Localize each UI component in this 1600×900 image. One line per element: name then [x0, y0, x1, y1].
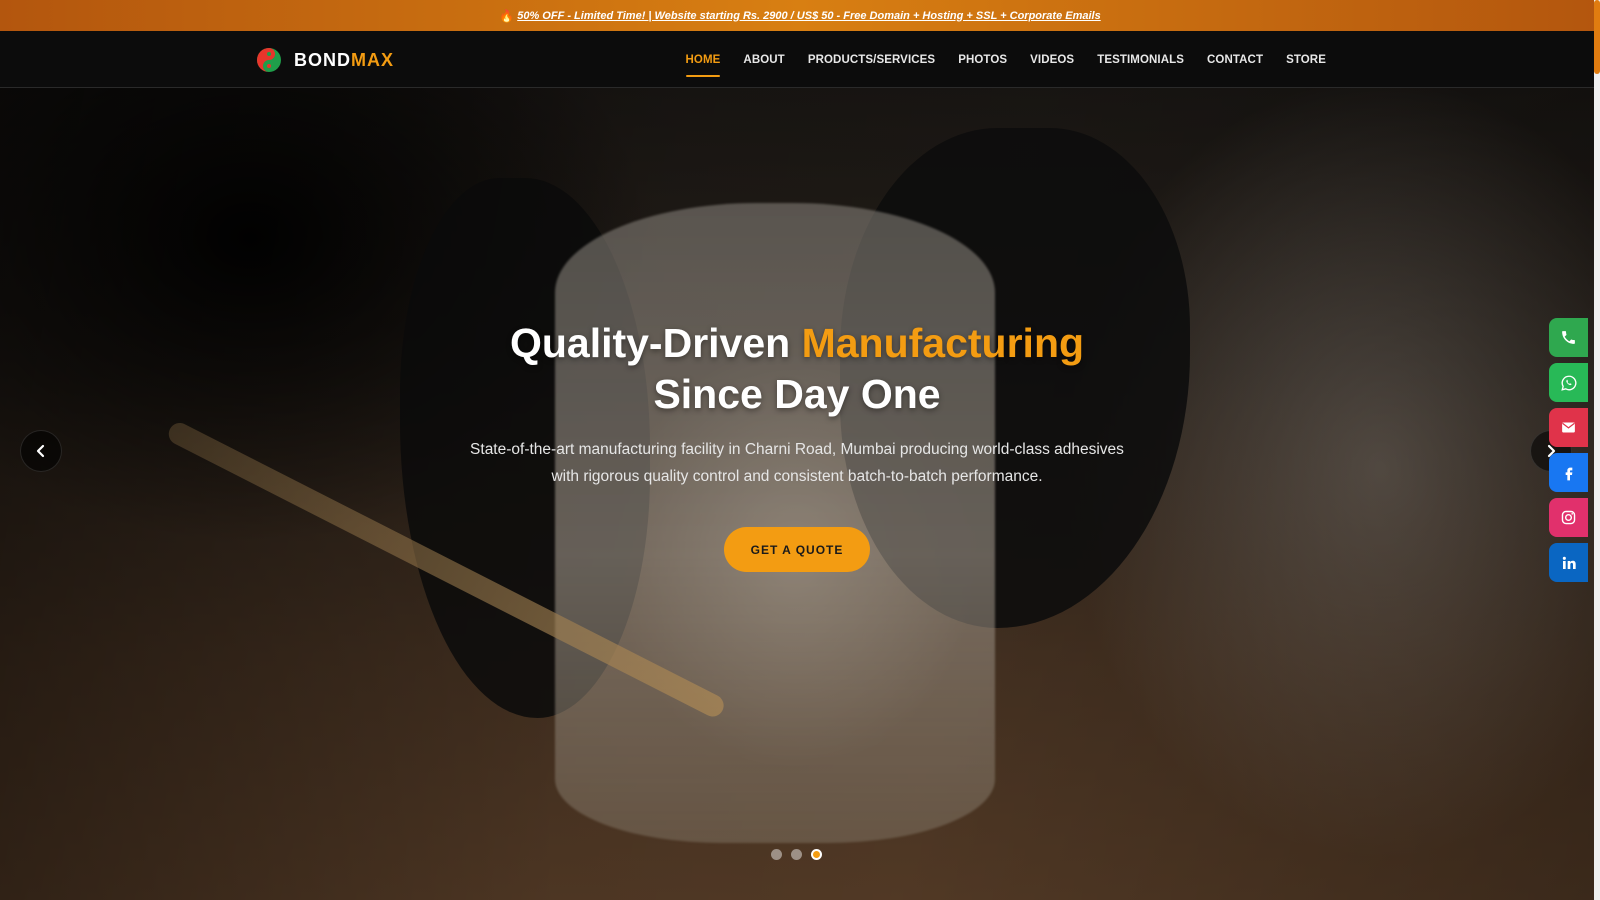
phone-icon [1562, 331, 1575, 344]
brand-name-part2: MAX [351, 49, 394, 70]
brand-name: BONDMAX [294, 50, 394, 71]
slider-prev-button[interactable] [20, 430, 62, 472]
slider-dots [771, 849, 822, 860]
facebook-button[interactable] [1549, 453, 1588, 492]
logo-icon [257, 48, 281, 72]
brand-logo-link[interactable]: BONDMAX [256, 46, 394, 74]
hero-subtitle-line1: State-of-the-art manufacturing facility … [470, 441, 1124, 458]
slider-dot-1[interactable] [771, 849, 782, 860]
linkedin-button[interactable] [1549, 543, 1588, 582]
promo-link[interactable]: 50% OFF - Limited Time! | Website starti… [517, 10, 1101, 22]
promo-banner: 🔥 50% OFF - Limited Time! | Website star… [0, 0, 1600, 31]
nav-home[interactable]: HOME [685, 31, 721, 88]
hero-subtitle: State-of-the-art manufacturing facility … [460, 436, 1134, 490]
hero-title-line2: Since Day One [653, 371, 941, 417]
hero-title-part1: Quality-Driven [509, 320, 791, 366]
nav-testimonials[interactable]: TESTIMONIALS [1097, 31, 1184, 88]
page-scrollbar-thumb[interactable] [1594, 0, 1600, 74]
hero-title: Quality-Driven Manufacturing Since Day O… [0, 318, 1594, 420]
hero-slider: Quality-Driven Manufacturing Since Day O… [0, 88, 1594, 900]
nav-about[interactable]: ABOUT [743, 31, 784, 88]
chevron-left-icon [36, 444, 45, 458]
slider-dot-2[interactable] [791, 849, 802, 860]
hero-content: Quality-Driven Manufacturing Since Day O… [0, 88, 1594, 900]
flame-icon: 🔥 [499, 8, 515, 23]
email-button[interactable] [1549, 408, 1588, 447]
hero-title-accent: Manufacturing [801, 320, 1085, 366]
nav-videos[interactable]: VIDEOS [1030, 31, 1074, 88]
floating-social-bar [1549, 318, 1588, 588]
whatsapp-icon [1560, 375, 1576, 391]
whatsapp-button[interactable] [1549, 363, 1588, 402]
slider-dot-3[interactable] [811, 849, 822, 860]
facebook-icon [1565, 467, 1572, 480]
instagram-button[interactable] [1549, 498, 1588, 537]
nav-contact[interactable]: CONTACT [1207, 31, 1263, 88]
page-scrollbar[interactable] [1594, 0, 1600, 900]
nav-products-services[interactable]: PRODUCTS/SERVICES [808, 31, 935, 88]
main-nav: HOME ABOUT PRODUCTS/SERVICES PHOTOS VIDE… [663, 31, 1326, 88]
phone-button[interactable] [1549, 318, 1588, 357]
get-a-quote-button[interactable]: GET A QUOTE [724, 527, 870, 572]
linkedin-icon [1562, 556, 1576, 569]
hero-subtitle-line2: with rigorous quality control and consis… [551, 468, 1043, 485]
instagram-icon [1561, 510, 1576, 525]
email-icon [1562, 422, 1575, 433]
nav-photos[interactable]: PHOTOS [958, 31, 1007, 88]
brand-name-part1: BOND [294, 49, 351, 70]
nav-store[interactable]: STORE [1286, 31, 1326, 88]
site-header: BONDMAX HOME ABOUT PRODUCTS/SERVICES PHO… [0, 31, 1600, 88]
